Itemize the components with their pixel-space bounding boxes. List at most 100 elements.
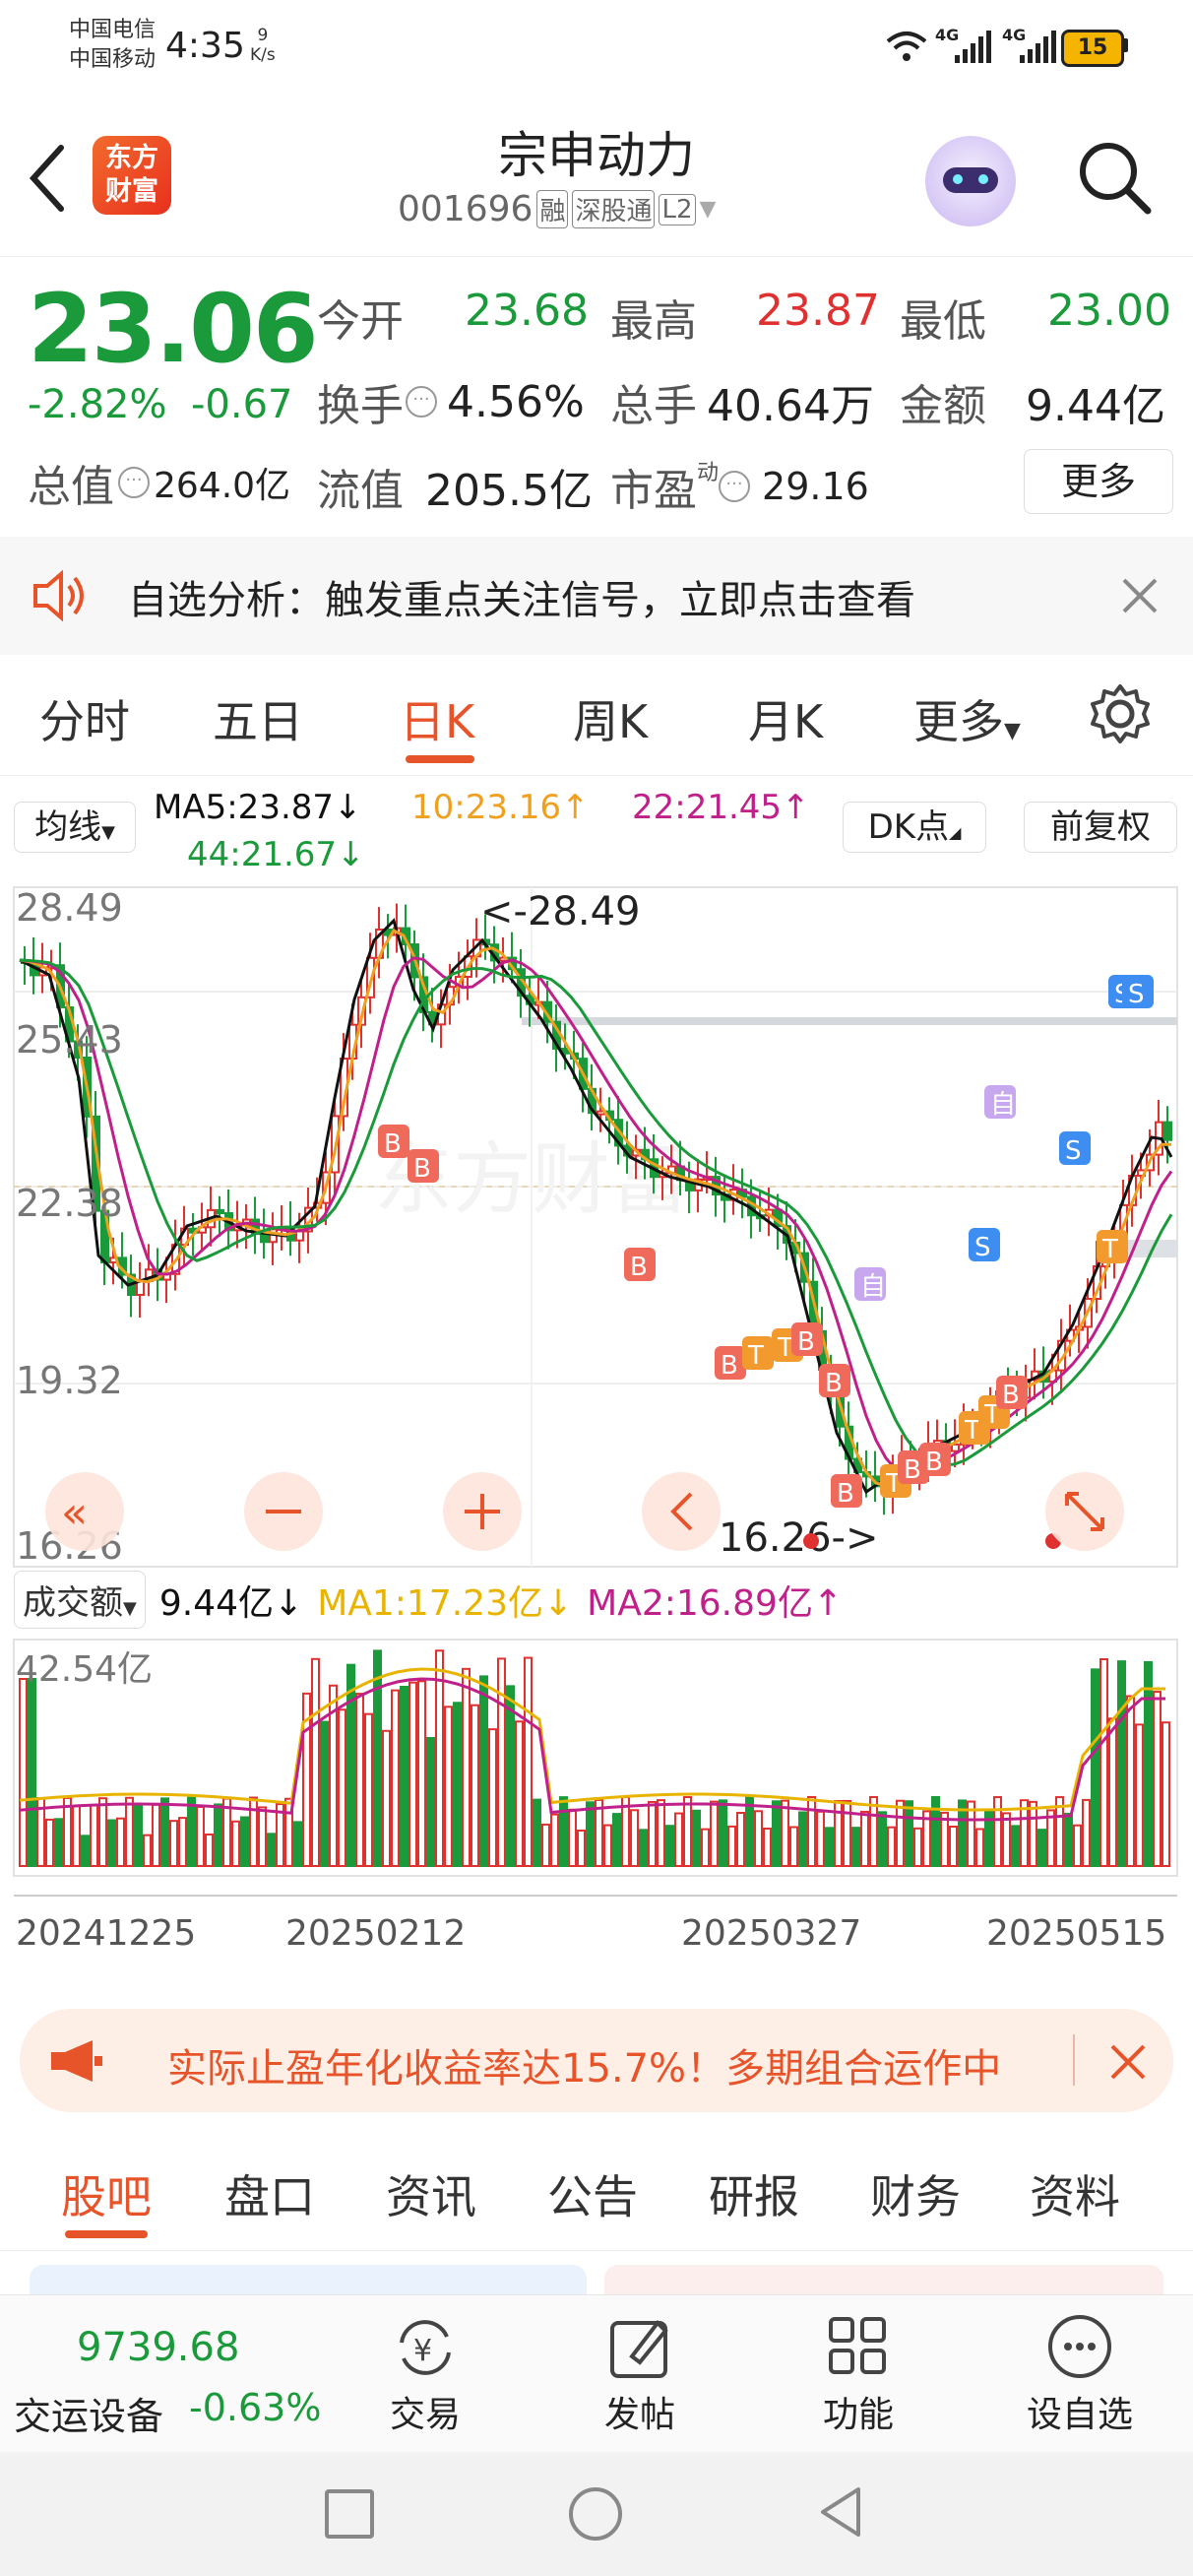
volume-bar	[816, 1810, 825, 1868]
post-button[interactable]: 发帖	[591, 2313, 689, 2437]
dropdown-arrow-icon: ▼	[123, 1598, 137, 1619]
zoom-out-button[interactable]	[244, 1472, 323, 1551]
volume-bar	[781, 1799, 789, 1867]
volume-bar	[435, 1649, 444, 1867]
robot-assistant-icon[interactable]	[925, 136, 1016, 226]
stock-header: 东方 财富 宗申动力 001696 融 深股通 L2 ▼	[0, 98, 1193, 257]
tab-weekly-k[interactable]: 周K	[573, 686, 648, 751]
volume-bar	[515, 1720, 524, 1867]
tab-profile[interactable]: 资料	[1030, 2161, 1120, 2226]
fullscreen-button[interactable]	[1045, 1472, 1124, 1551]
carrier-1: 中国电信	[69, 18, 157, 42]
tab-guba[interactable]: 股吧	[61, 2161, 152, 2226]
signal-notice[interactable]: 自选分析：触发重点关注信号，立即点击查看	[0, 537, 1193, 655]
volume-bar	[825, 1827, 834, 1867]
signal-tag-label: T	[777, 1333, 793, 1363]
signal-bars-icon-1	[955, 31, 991, 63]
step-left-button[interactable]	[642, 1472, 721, 1551]
volume-bar	[311, 1657, 320, 1867]
speaker-icon	[33, 569, 84, 622]
kline-chart-area[interactable]: 东方财富 BBBBTTBBBTBBTTBTSSSS自自 28.49 25.43 …	[0, 881, 1193, 1984]
function-button[interactable]: 功能	[809, 2313, 908, 2437]
volume-bar	[293, 1821, 302, 1868]
tab-more[interactable]: 更多▼	[913, 686, 1021, 751]
tab-monthly-k[interactable]: 月K	[748, 686, 823, 751]
scroll-left-button[interactable]: «	[45, 1472, 124, 1551]
info-icon[interactable]: ···	[406, 386, 437, 418]
volume-bar	[143, 1834, 152, 1868]
stock-code: 001696	[398, 189, 534, 229]
promo-banner[interactable]: 实际止盈年化收益率达15.7%！多期组合运作中	[20, 2009, 1173, 2112]
kline-svg[interactable]: 东方财富 BBBBTTBBBTBBTTBTSSSS自自 28.49 25.43 …	[0, 881, 1193, 1984]
tab-five-day[interactable]: 五日	[213, 686, 303, 751]
badge-level: L2	[659, 193, 696, 225]
add-watchlist-button[interactable]: 设自选	[1016, 2313, 1144, 2437]
volume-bar	[400, 1685, 408, 1867]
status-bar: 中国电信 中国移动 4:35 9 K/s 4G 4G 15	[0, 0, 1193, 98]
zoom-in-button[interactable]	[443, 1472, 522, 1551]
tab-finance[interactable]: 财务	[870, 2161, 961, 2226]
index-value[interactable]: 9739.68	[77, 2325, 239, 2370]
tab-intraday[interactable]: 分时	[39, 686, 130, 751]
volume-bar	[533, 1798, 541, 1867]
resistance-band	[522, 1017, 1177, 1025]
badge-rong: 融	[536, 190, 569, 228]
more-button[interactable]: 更多	[1024, 449, 1173, 514]
volume-bar	[665, 1825, 674, 1868]
adjust-button[interactable]: 前复权	[1024, 802, 1177, 853]
volume-selector[interactable]: 成交额▼	[14, 1571, 146, 1629]
y-label-4: 19.32	[16, 1359, 123, 1402]
index-name[interactable]: 交运设备	[14, 2386, 163, 2440]
volume-bar	[338, 1708, 346, 1868]
ma10-value: 10:23.16↑	[411, 788, 590, 827]
volume-bar	[249, 1796, 258, 1867]
candle-body	[260, 1232, 269, 1244]
recent-apps-icon[interactable]	[325, 2489, 374, 2539]
candle-body	[295, 1230, 304, 1242]
volume-bar	[462, 1667, 471, 1867]
signal-tag-label: B	[384, 1129, 402, 1159]
tab-research[interactable]: 研报	[709, 2161, 799, 2226]
volume-bar	[408, 1681, 417, 1868]
info-icon[interactable]: ···	[719, 471, 751, 502]
signal-tag-label: 自	[860, 1272, 886, 1302]
net-speed-unit: K/s	[250, 45, 276, 65]
volume-bar	[1046, 1809, 1055, 1868]
info-tabs: 股吧 盘口 资讯 公告 研报 财务 资料	[0, 2132, 1193, 2251]
signal-bars-icon-2	[1020, 31, 1056, 63]
date-label-4: 20250515	[986, 1913, 1166, 1954]
search-icon[interactable]	[1075, 138, 1154, 217]
ma-selector[interactable]: 均线▼	[14, 802, 136, 853]
grid-apps-icon	[829, 2317, 886, 2374]
volume-bar	[1108, 1717, 1117, 1868]
signal-tag-label: B	[925, 1448, 943, 1477]
volume-bar	[789, 1826, 798, 1867]
stock-code-row[interactable]: 001696 融 深股通 L2 ▼	[398, 189, 716, 229]
volume-ma2: MA2:16.89亿↑	[587, 1582, 844, 1624]
volume-bar	[1091, 1668, 1099, 1868]
tab-news[interactable]: 资讯	[386, 2161, 476, 2226]
dropdown-arrow-icon: ▼	[699, 197, 717, 222]
close-icon[interactable]	[1108, 2042, 1148, 2082]
volume-bar	[586, 1801, 595, 1868]
trade-button[interactable]: ¥ 交易	[376, 2313, 474, 2437]
back-triangle-icon[interactable]	[817, 2485, 864, 2539]
battery-level: 15	[1077, 35, 1108, 60]
volume-bar	[479, 1675, 488, 1867]
volume-bar	[187, 1796, 196, 1867]
volume-bar	[1029, 1800, 1037, 1867]
gear-icon[interactable]	[1089, 682, 1152, 745]
dk-point-button[interactable]: DK点◢	[843, 802, 986, 853]
volume-bar	[28, 1678, 36, 1867]
home-icon[interactable]	[569, 2487, 622, 2541]
tab-pankou[interactable]: 盘口	[224, 2161, 315, 2226]
info-icon[interactable]: ···	[118, 467, 150, 498]
volume-bar	[116, 1817, 125, 1867]
tab-daily-k[interactable]: 日K	[400, 686, 474, 751]
volume-bar	[913, 1827, 922, 1868]
volume-bar	[169, 1820, 178, 1867]
tab-announcements[interactable]: 公告	[547, 2161, 638, 2226]
candle-body	[1163, 1121, 1172, 1141]
volume-ma1: MA1:17.23亿↓	[317, 1582, 574, 1624]
close-icon[interactable]	[1120, 576, 1160, 615]
